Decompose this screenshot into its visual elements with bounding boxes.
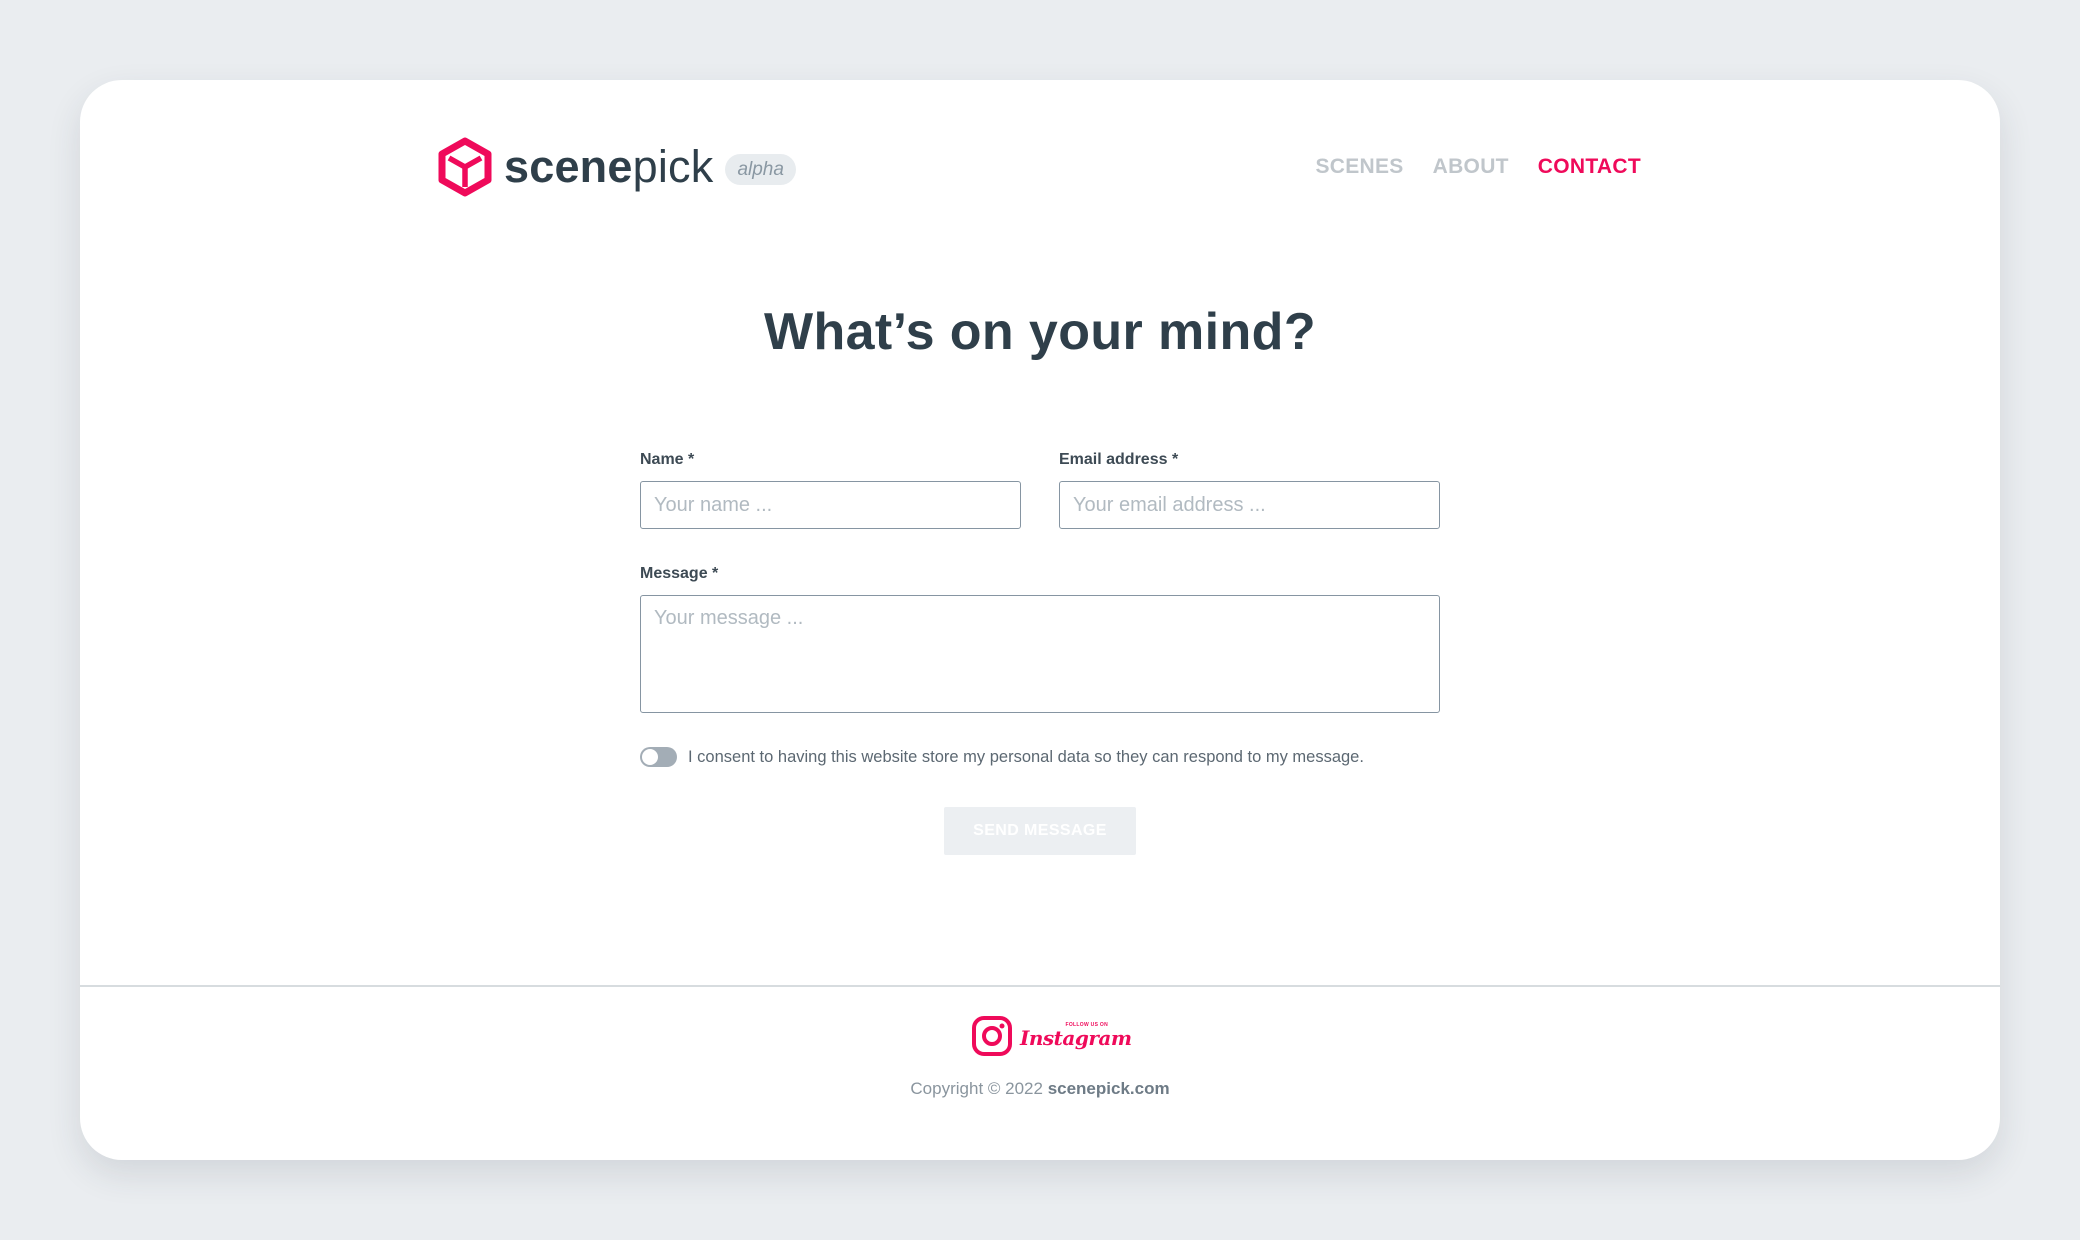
instagram-wordmark: Instagram (1020, 1026, 1132, 1050)
instagram-icon (972, 1016, 1012, 1056)
send-message-button[interactable]: SEND MESSAGE (944, 807, 1136, 855)
logo-text-bold: scene (504, 141, 633, 192)
email-input[interactable] (1059, 481, 1440, 529)
page-title: What’s on your mind? (763, 303, 1317, 361)
alpha-badge: alpha (725, 153, 796, 185)
message-textarea[interactable] (640, 595, 1440, 713)
toggle-knob (642, 749, 658, 765)
send-wrap: SEND MESSAGE (640, 807, 1440, 855)
instagram-text: FOLLOW US ON Instagram (1020, 1015, 1132, 1057)
copyright: Copyright © 2022 scenepick.com (80, 1079, 2000, 1099)
logo-text-light: pick (632, 141, 714, 192)
logo-wordmark: scenepick (504, 137, 713, 197)
contact-form: Name * Email address * Message * I conse… (640, 450, 1440, 855)
name-input[interactable] (640, 481, 1021, 529)
cube-logo-icon (438, 137, 492, 197)
name-field-group: Name * (640, 450, 1021, 529)
logo[interactable]: scenepick alpha (438, 137, 796, 197)
main-nav: SCENES ABOUT CONTACT (1315, 155, 1641, 179)
consent-toggle[interactable] (640, 747, 677, 767)
nav-contact[interactable]: CONTACT (1538, 155, 1641, 179)
message-label: Message * (640, 565, 719, 582)
footer-divider (80, 985, 2000, 987)
consent-row: I consent to having this website store m… (640, 747, 1440, 767)
page-card: scenepick alpha SCENES ABOUT CONTACT Wha… (80, 80, 2000, 1160)
email-label: Email address * (1059, 451, 1179, 468)
consent-text: I consent to having this website store m… (688, 747, 1364, 766)
nav-about[interactable]: ABOUT (1433, 155, 1509, 179)
nav-scenes[interactable]: SCENES (1315, 155, 1403, 179)
message-field-group: Message * (640, 564, 1440, 713)
contact-fields-row: Name * Email address * (640, 450, 1440, 529)
copyright-site-link[interactable]: scenepick.com (1048, 1079, 1170, 1098)
email-field-group: Email address * (1059, 450, 1440, 529)
copyright-prefix: Copyright © 2022 (910, 1079, 1043, 1098)
instagram-link[interactable]: FOLLOW US ON Instagram (971, 1015, 1132, 1057)
name-label: Name * (640, 451, 695, 468)
